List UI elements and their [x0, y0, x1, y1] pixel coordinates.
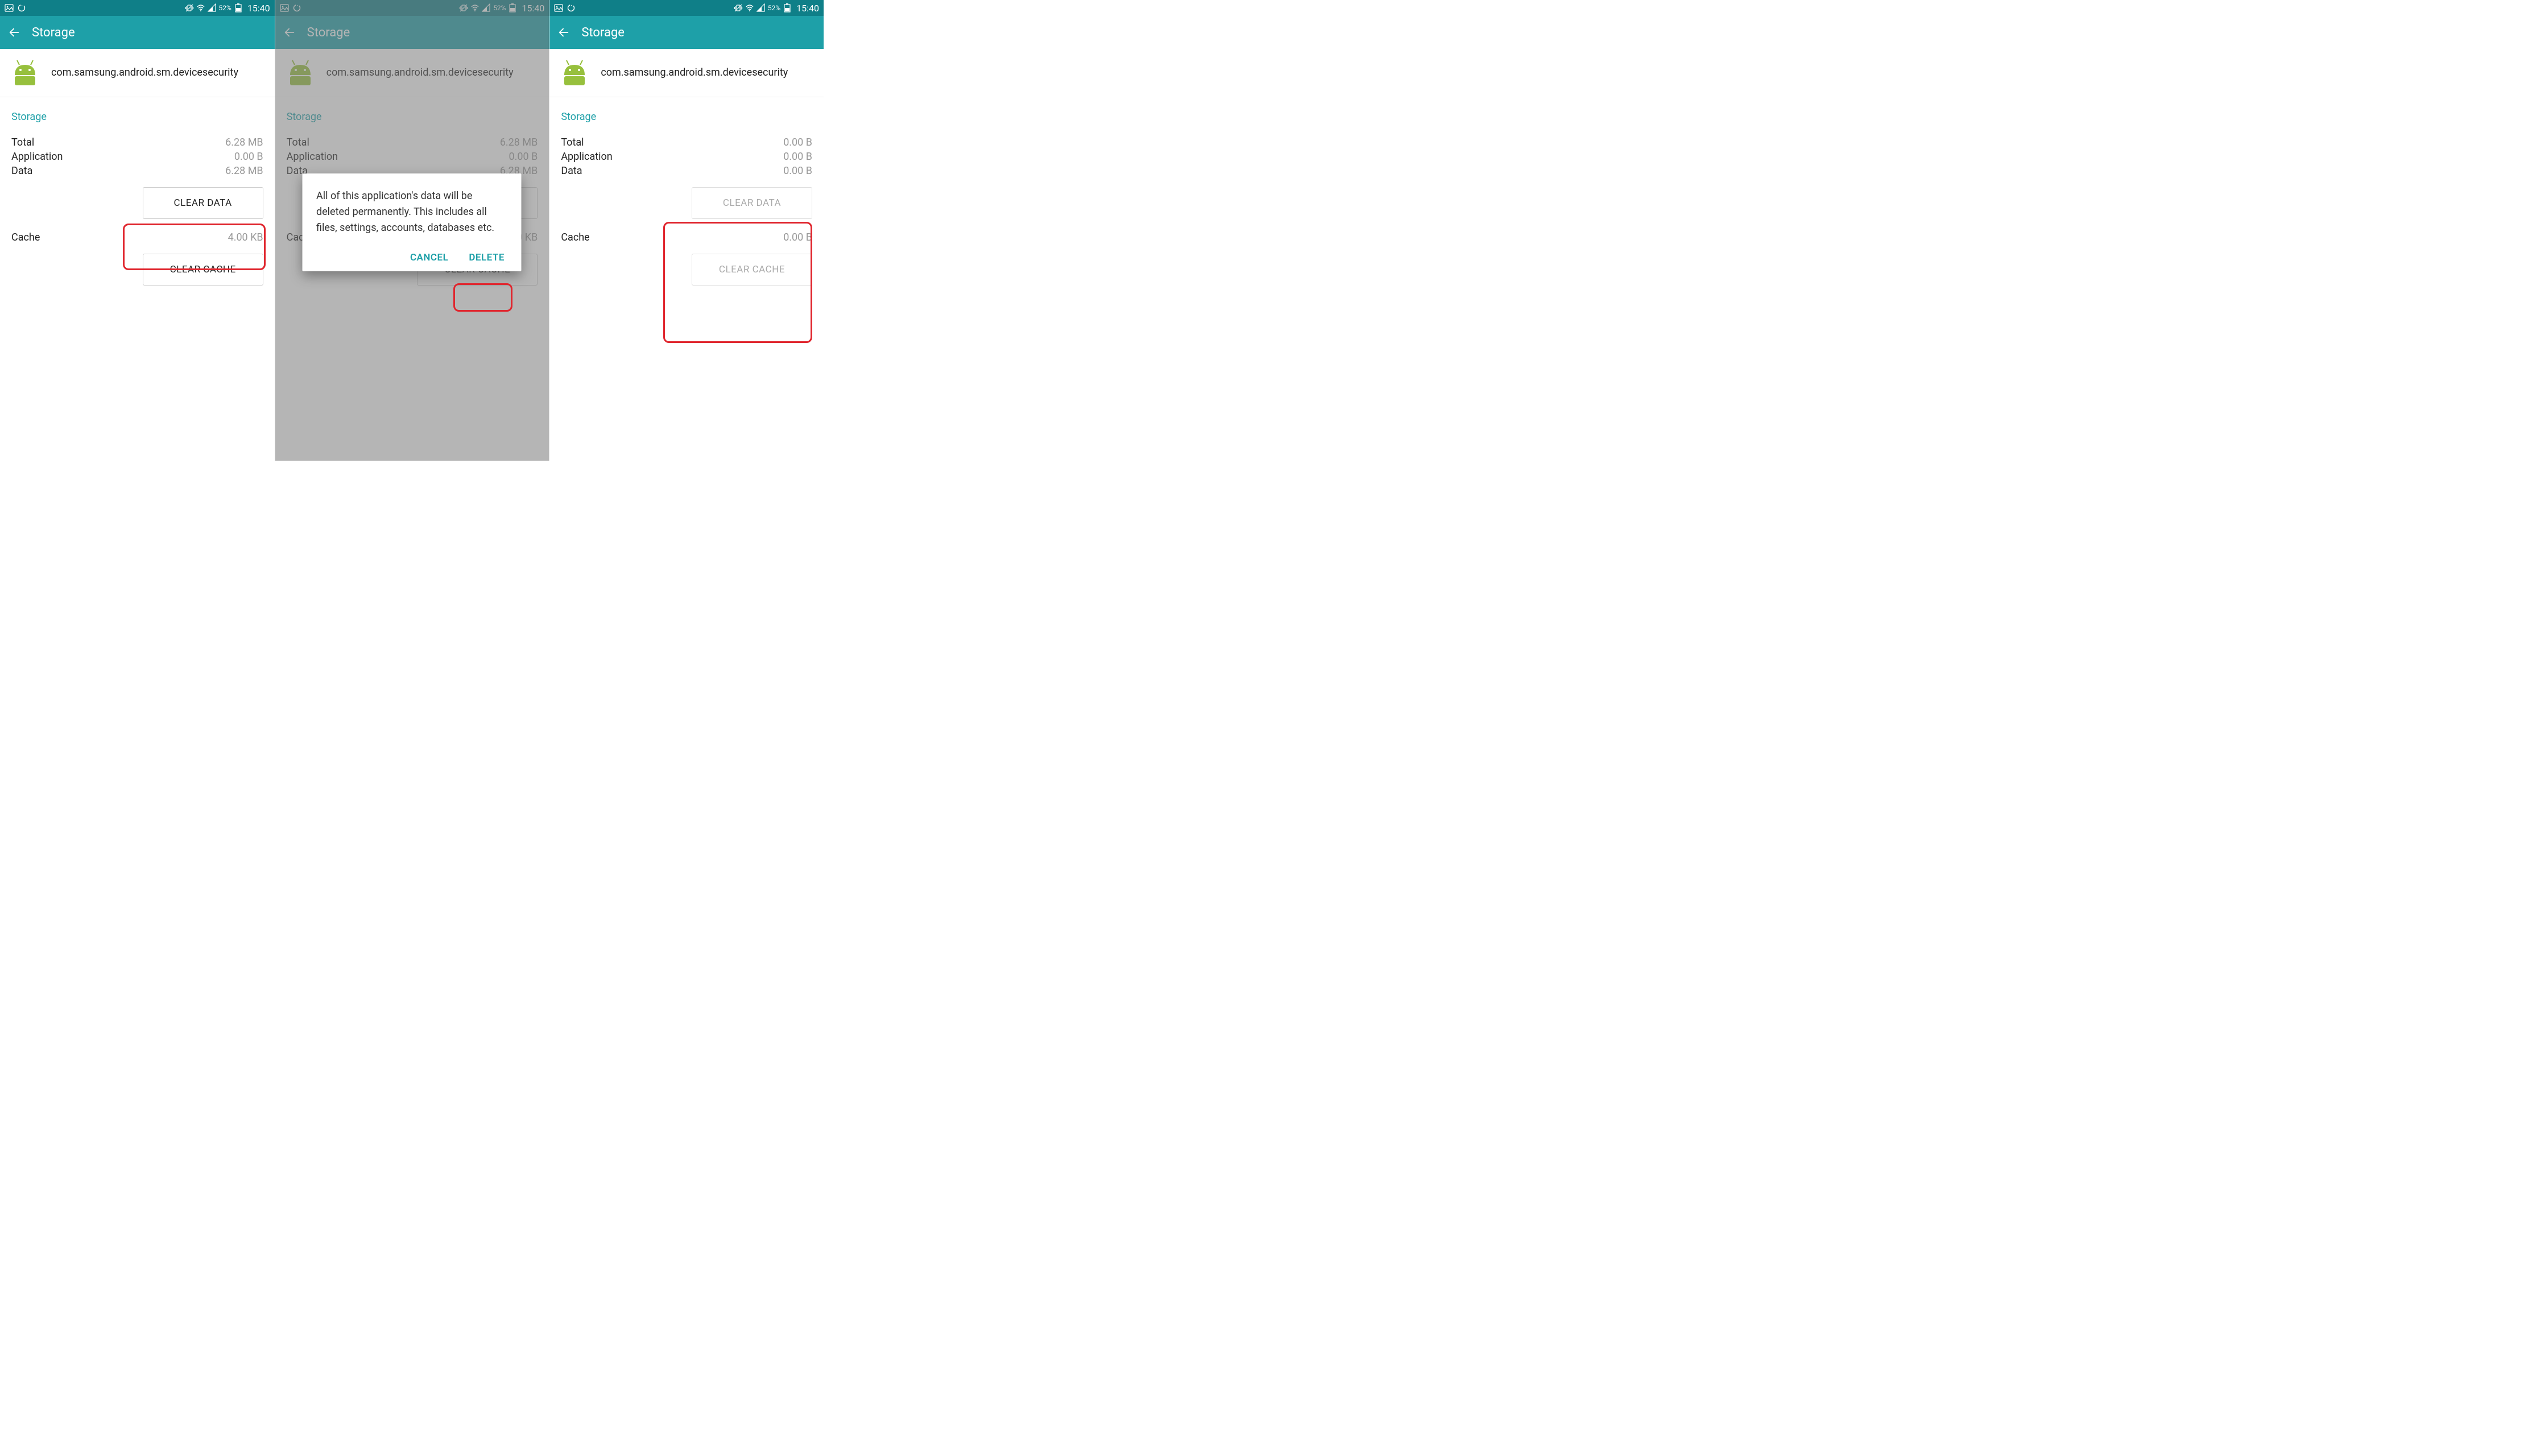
- back-arrow-icon[interactable]: [557, 26, 570, 39]
- battery-percentage: 52%: [768, 4, 780, 12]
- clock: 15:40: [247, 3, 270, 14]
- screen-storage-dialog: 52% 15:40 Storage com.samsung.android.sm…: [275, 0, 549, 461]
- app-bar: Storage: [0, 16, 275, 49]
- vibrate-icon: [734, 3, 743, 13]
- label-cache: Cache: [561, 231, 589, 243]
- package-name: com.samsung.android.sm.devicesecurity: [51, 66, 238, 80]
- value-cache: 0.00 B: [783, 231, 812, 243]
- value-application: 0.00 B: [783, 151, 812, 163]
- android-robot-icon: [11, 60, 39, 85]
- clear-data-button[interactable]: CLEAR DATA: [143, 187, 263, 219]
- app-info-header: com.samsung.android.sm.devicesecurity: [549, 49, 824, 97]
- image-icon: [554, 3, 563, 13]
- label-data: Data: [561, 165, 582, 177]
- value-data: 0.00 B: [783, 165, 812, 177]
- screen-storage-before: 52% 15:40 Storage com.samsung.android.sm…: [0, 0, 275, 461]
- wifi-icon: [745, 3, 754, 13]
- page-title: Storage: [32, 26, 75, 40]
- label-application: Application: [561, 151, 612, 163]
- label-total: Total: [561, 136, 584, 148]
- clear-cache-button[interactable]: CLEAR CACHE: [143, 254, 263, 286]
- clear-data-button: CLEAR DATA: [692, 187, 812, 219]
- storage-row-cache: Cache 4.00 KB: [11, 231, 263, 243]
- status-bar: 52% 15:40: [549, 0, 824, 16]
- signal-icon: [208, 3, 217, 13]
- cancel-button[interactable]: CANCEL: [410, 252, 448, 263]
- battery-icon: [234, 3, 243, 13]
- sync-icon: [567, 3, 576, 13]
- delete-button[interactable]: DELETE: [469, 252, 505, 263]
- storage-section-title: Storage: [561, 111, 812, 123]
- storage-row-application: Application 0.00 B: [11, 151, 263, 163]
- app-info-header: com.samsung.android.sm.devicesecurity: [0, 49, 275, 97]
- back-arrow-icon[interactable]: [8, 26, 20, 39]
- label-data: Data: [11, 165, 32, 177]
- label-application: Application: [11, 151, 63, 163]
- sync-icon: [17, 3, 26, 13]
- value-total: 0.00 B: [783, 136, 812, 148]
- app-bar: Storage: [549, 16, 824, 49]
- storage-row-data: Data 6.28 MB: [11, 165, 263, 177]
- clock: 15:40: [796, 3, 819, 14]
- value-cache: 4.00 KB: [228, 231, 263, 243]
- storage-row-total: Total 6.28 MB: [11, 136, 263, 148]
- storage-section-title: Storage: [11, 111, 263, 123]
- battery-percentage: 52%: [219, 4, 231, 12]
- confirm-delete-dialog: All of this application's data will be d…: [303, 173, 522, 271]
- signal-icon: [756, 3, 766, 13]
- android-robot-icon: [561, 60, 588, 85]
- value-data: 6.28 MB: [225, 165, 263, 177]
- storage-row-application: Application 0.00 B: [561, 151, 812, 163]
- package-name: com.samsung.android.sm.devicesecurity: [601, 66, 788, 80]
- label-total: Total: [11, 136, 34, 148]
- label-cache: Cache: [11, 231, 40, 243]
- value-total: 6.28 MB: [225, 136, 263, 148]
- storage-row-total: Total 0.00 B: [561, 136, 812, 148]
- wifi-icon: [196, 3, 205, 13]
- vibrate-icon: [185, 3, 194, 13]
- clear-cache-button: CLEAR CACHE: [692, 254, 812, 286]
- image-icon: [5, 3, 14, 13]
- dialog-message: All of this application's data will be d…: [316, 188, 508, 236]
- value-application: 0.00 B: [234, 151, 263, 163]
- storage-row-data: Data 0.00 B: [561, 165, 812, 177]
- storage-row-cache: Cache 0.00 B: [561, 231, 812, 243]
- page-title: Storage: [581, 26, 625, 40]
- screen-storage-after: 52% 15:40 Storage com.samsung.android.sm…: [549, 0, 824, 461]
- battery-icon: [783, 3, 792, 13]
- status-bar: 52% 15:40: [0, 0, 275, 16]
